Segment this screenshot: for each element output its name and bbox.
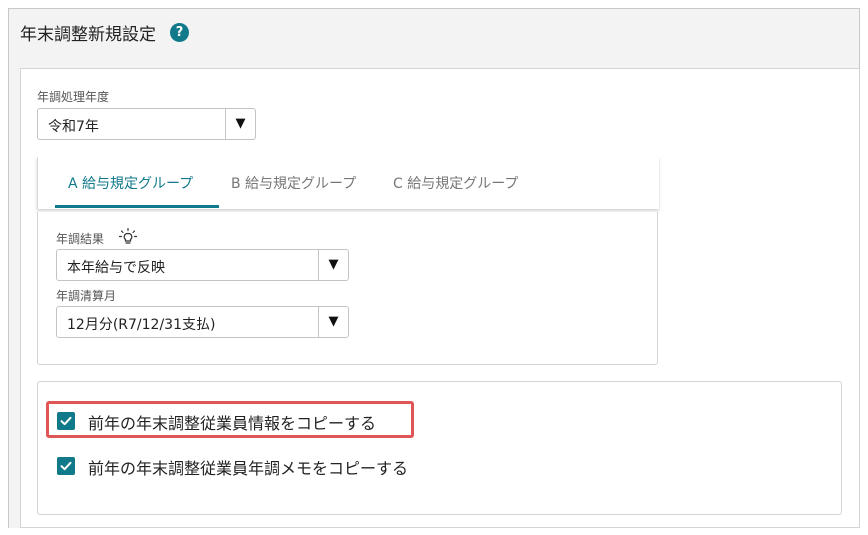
copy-employee-info-checkbox[interactable]: [57, 412, 75, 430]
dropdown-arrow-icon[interactable]: ▼: [318, 307, 348, 337]
lightbulb-icon[interactable]: [118, 227, 138, 247]
group-tabs: A 給与規定グループ B 給与規定グループ C 給与規定グループ: [37, 157, 659, 209]
year-select-value: 令和7年: [48, 119, 99, 135]
active-tab-indicator: [55, 205, 219, 208]
tab-group-c[interactable]: C 給与規定グループ: [393, 173, 518, 193]
result-select[interactable]: 本年給与で反映 ▼: [56, 249, 349, 281]
checkmark-icon: [60, 416, 72, 426]
tab-group-b[interactable]: B 給与規定グループ: [231, 173, 356, 193]
tab-group-a[interactable]: A 給与規定グループ: [68, 173, 193, 193]
month-label: 年調清算月: [56, 289, 117, 303]
help-icon[interactable]: ?: [170, 23, 189, 42]
page-title: 年末調整新規設定: [20, 25, 156, 45]
year-select[interactable]: 令和7年 ▼: [37, 108, 256, 140]
result-select-value: 本年給与で反映: [67, 260, 165, 276]
checkmark-icon: [60, 461, 72, 471]
copy-employee-memo-checkbox[interactable]: [57, 457, 75, 475]
result-label: 年調結果: [56, 232, 105, 246]
copy-employee-memo-label[interactable]: 前年の年末調整従業員年調メモをコピーする: [88, 455, 408, 479]
month-select-value: 12月分(R7/12/31支払): [67, 317, 216, 333]
copy-employee-info-label[interactable]: 前年の年末調整従業員情報をコピーする: [88, 410, 376, 434]
year-label: 年調処理年度: [37, 90, 110, 104]
month-select[interactable]: 12月分(R7/12/31支払) ▼: [56, 306, 349, 338]
dropdown-arrow-icon[interactable]: ▼: [225, 109, 255, 139]
dropdown-arrow-icon[interactable]: ▼: [318, 250, 348, 280]
